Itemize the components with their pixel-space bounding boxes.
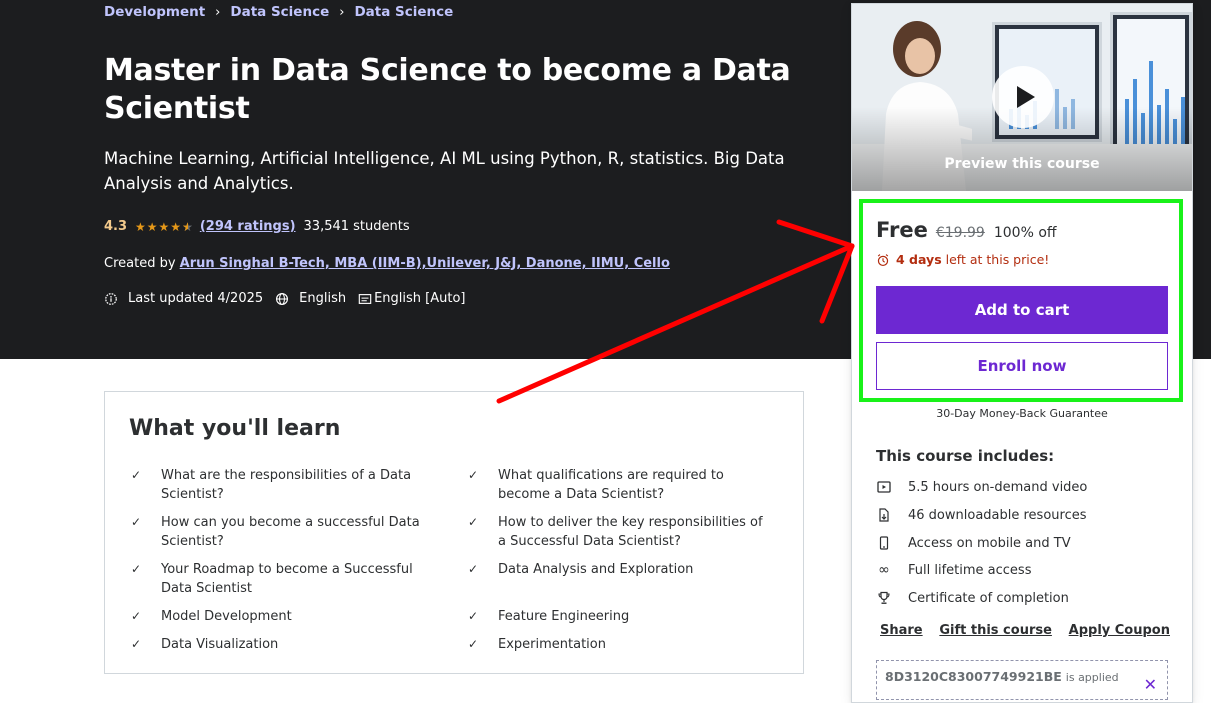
learn-item-text: How can you become a successful Data Sci… — [161, 515, 420, 549]
captions: English [Auto] — [358, 291, 466, 306]
include-item-text: Certificate of completion — [908, 590, 1069, 606]
learn-item: ✓ Data Visualization — [129, 635, 429, 654]
language: English — [275, 291, 346, 306]
course-preview-video[interactable]: Preview this course — [852, 4, 1192, 191]
breadcrumb-item-data-science-topic[interactable]: Data Science — [354, 4, 453, 20]
mobile-icon — [876, 535, 892, 551]
last-updated: Last updated 4/2025 — [104, 291, 263, 306]
trophy-icon — [876, 590, 892, 606]
learn-item-text: How to deliver the key responsibilities … — [498, 515, 763, 549]
ratings-count-link[interactable]: (294 ratings) — [200, 219, 296, 234]
checkmark-icon: ✓ — [131, 562, 142, 576]
preview-label[interactable]: Preview this course — [852, 156, 1192, 172]
star-rating-icon: ★★★★★★ — [135, 219, 194, 234]
checkmark-icon: ✓ — [468, 609, 479, 623]
include-item-text: 5.5 hours on-demand video — [908, 479, 1088, 495]
learn-item: ✓ How can you become a successful Data Sc… — [129, 513, 429, 551]
checkmark-icon: ✓ — [468, 515, 479, 529]
globe-icon — [276, 292, 289, 305]
learn-item-text: What qualifications are required to beco… — [498, 468, 724, 502]
last-updated-text: Last updated 4/2025 — [128, 291, 264, 306]
learn-heading: What you'll learn — [129, 416, 341, 441]
applied-coupon: 8D3120C83007749921BE is applied ✕ — [876, 660, 1168, 700]
checkmark-icon: ✓ — [131, 468, 142, 482]
includes-title: This course includes: — [876, 447, 1055, 465]
learn-item-text: Data Visualization — [161, 637, 279, 652]
learn-item-text: Data Analysis and Exploration — [498, 562, 694, 577]
money-back-guarantee: 30-Day Money-Back Guarantee — [936, 407, 1108, 420]
learn-item: ✓ What qualifications are required to bec… — [466, 466, 766, 504]
include-item: Access on mobile and TV — [876, 535, 1071, 551]
learn-item: ✓ Data Analysis and Exploration — [466, 560, 766, 579]
include-item: 46 downloadable resources — [876, 507, 1087, 523]
close-icon[interactable]: ✕ — [1144, 675, 1157, 694]
checkmark-icon: ✓ — [131, 609, 142, 623]
download-file-icon — [876, 507, 892, 523]
checkmark-icon: ✓ — [131, 637, 142, 651]
learn-item: ✓ What are the responsibilities of a Data… — [129, 466, 429, 504]
coupon-code-text: 8D3120C83007749921BE — [885, 669, 1062, 684]
checkmark-icon: ✓ — [468, 562, 479, 576]
language-text: English — [299, 291, 347, 306]
chevron-right-icon: › — [339, 4, 345, 20]
infinity-icon: ∞ — [878, 562, 890, 578]
video-icon — [876, 479, 892, 495]
share-button[interactable]: Share — [880, 623, 923, 638]
learn-item: ✓ Feature Engineering — [466, 607, 766, 626]
include-item: 5.5 hours on-demand video — [876, 479, 1087, 495]
learn-item: ✓ Experimentation — [466, 635, 766, 654]
learn-item-text: What are the responsibilities of a Data … — [161, 468, 412, 502]
include-item-text: Full lifetime access — [908, 562, 1032, 578]
learn-item-text: Experimentation — [498, 637, 606, 652]
include-item: ∞ Full lifetime access — [876, 562, 1031, 578]
checkmark-icon: ✓ — [468, 637, 479, 651]
rating-value: 4.3 — [104, 219, 128, 234]
coupon-code: 8D3120C83007749921BE is applied — [885, 669, 1119, 684]
include-item-text: Access on mobile and TV — [908, 535, 1071, 551]
chevron-right-icon: › — [215, 4, 221, 20]
created-by: Created by Arun Singhal B-Tech, MBA (IIM… — [104, 256, 670, 271]
course-meta: Last updated 4/2025 English English [Aut… — [104, 291, 478, 306]
captions-text: English [Auto] — [374, 291, 466, 306]
checkmark-icon: ✓ — [468, 468, 479, 482]
learn-item-text: Model Development — [161, 609, 292, 624]
learn-item-text: Feature Engineering — [498, 609, 630, 624]
highlight-annotation-box — [859, 199, 1183, 402]
play-icon[interactable] — [992, 66, 1054, 128]
learn-item: ✓ Your Roadmap to become a Successful Dat… — [129, 560, 429, 598]
include-item-text: 46 downloadable resources — [908, 507, 1087, 523]
breadcrumb-item-development[interactable]: Development — [104, 4, 205, 20]
apply-coupon-button[interactable]: Apply Coupon — [1069, 623, 1170, 638]
gift-course-button[interactable]: Gift this course — [939, 623, 1052, 638]
alert-badge-icon — [105, 292, 117, 305]
include-item: Certificate of completion — [876, 590, 1069, 606]
closed-captions-icon — [358, 293, 372, 304]
course-title: Master in Data Science to become a Data … — [104, 53, 791, 126]
rating-row: 4.3 ★★★★★★ (294 ratings) 33,541 students — [104, 219, 410, 234]
students-count: 33,541 students — [303, 219, 410, 234]
card-actions: Share Gift this course Apply Coupon — [880, 623, 1170, 638]
learn-item: ✓ Model Development — [129, 607, 429, 626]
checkmark-icon: ✓ — [131, 515, 142, 529]
created-by-label: Created by — [104, 256, 176, 271]
instructor-link[interactable]: Arun Singhal B-Tech, MBA (IIM-B),Unileve… — [180, 256, 670, 271]
breadcrumb: Development › Data Science › Data Scienc… — [104, 4, 453, 20]
what-youll-learn-box: What you'll learn ✓ What are the responsi… — [104, 391, 804, 674]
coupon-applied-text: is applied — [1065, 671, 1119, 684]
learn-item-text: Your Roadmap to become a Successful Data… — [161, 562, 413, 596]
learn-item: ✓ How to deliver the key responsibilities… — [466, 513, 766, 551]
course-subtitle: Machine Learning, Artificial Intelligenc… — [104, 149, 785, 193]
breadcrumb-item-data-science[interactable]: Data Science — [230, 4, 329, 20]
